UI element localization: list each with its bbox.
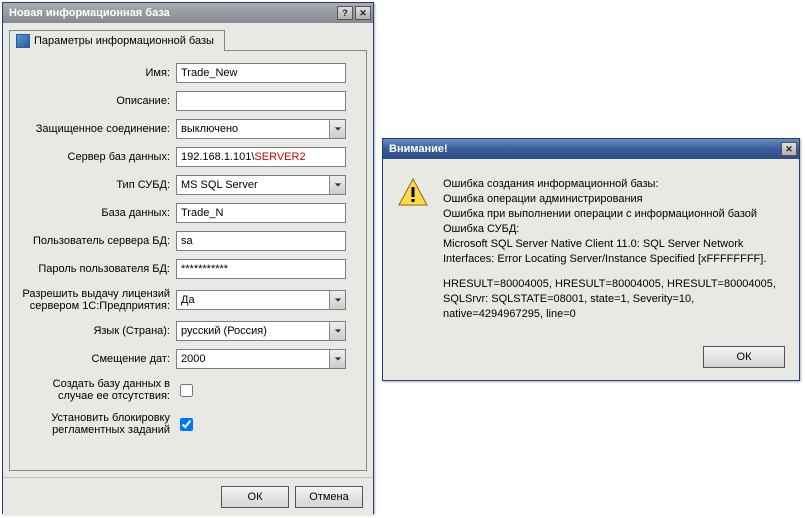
ok-button[interactable]: ОК <box>221 486 289 508</box>
alert-text: Ошибка создания информационной базы: Оши… <box>443 177 785 332</box>
license-select[interactable] <box>176 290 346 310</box>
lockjobs-checkbox[interactable] <box>180 418 193 431</box>
date-offset-select[interactable] <box>176 349 346 369</box>
label-createdb: Создать базу данных в случае ее отсутств… <box>20 377 170 403</box>
alert-close-button[interactable]: ✕ <box>781 142 797 156</box>
dbms-select[interactable] <box>176 175 346 195</box>
dbserver-value-highlight: SERVER2 <box>254 151 305 163</box>
dbserver-value-left: 192.168.1.101\ <box>181 151 254 163</box>
alert-title: Внимание! <box>389 139 448 159</box>
secure-connection-select[interactable] <box>176 119 346 139</box>
label-offset: Смещение дат: <box>20 353 170 365</box>
label-description: Описание: <box>20 95 170 107</box>
alert-ok-button[interactable]: ОК <box>703 346 785 368</box>
label-secure: Защищенное соединение: <box>20 123 170 135</box>
label-license: Разрешить выдачу лицензий сервером 1С:Пр… <box>20 287 170 313</box>
new-infobase-window: Новая информационная база ? ✕ Параметры … <box>2 2 374 514</box>
label-dbserver: Сервер баз данных: <box>20 151 170 163</box>
warning-icon <box>397 177 429 209</box>
form: Имя: Описание: Защищенное соединение: Се… <box>9 51 367 471</box>
label-lockjobs: Установить блокировку регламентных задан… <box>20 411 170 437</box>
dbserver-input[interactable]: 192.168.1.101\SERVER2 <box>176 147 346 167</box>
cancel-button[interactable]: Отмена <box>295 486 363 508</box>
createdb-checkbox[interactable] <box>180 384 193 397</box>
alert-titlebar[interactable]: Внимание! ✕ <box>383 139 799 159</box>
infobase-icon <box>16 34 30 48</box>
description-input[interactable] <box>176 91 346 111</box>
label-name: Имя: <box>20 67 170 79</box>
database-input[interactable] <box>176 203 346 223</box>
dbuser-input[interactable] <box>176 231 346 251</box>
titlebar[interactable]: Новая информационная база ? ✕ <box>3 3 373 23</box>
help-button[interactable]: ? <box>337 6 353 20</box>
alert-button-bar: ОК <box>383 338 799 380</box>
tab-params[interactable]: Параметры информационной базы <box>9 30 225 51</box>
close-button[interactable]: ✕ <box>355 6 371 20</box>
label-database: База данных: <box>20 207 170 219</box>
alert-body: Ошибка создания информационной базы: Оши… <box>383 159 799 338</box>
label-dbuser: Пользователь сервера БД: <box>20 235 170 247</box>
label-lang: Язык (Страна): <box>20 325 170 337</box>
label-dbpass: Пароль пользователя БД: <box>20 263 170 275</box>
tab-label: Параметры информационной базы <box>34 35 214 47</box>
language-select[interactable] <box>176 321 346 341</box>
window-title: Новая информационная база <box>9 3 170 23</box>
dbpass-input[interactable] <box>176 259 346 279</box>
label-dbms: Тип СУБД: <box>20 179 170 191</box>
name-input[interactable] <box>176 63 346 83</box>
alert-window: Внимание! ✕ Ошибка создания информационн… <box>382 138 800 381</box>
tabstrip: Параметры информационной базы <box>9 29 367 51</box>
button-bar: ОК Отмена <box>3 477 373 516</box>
